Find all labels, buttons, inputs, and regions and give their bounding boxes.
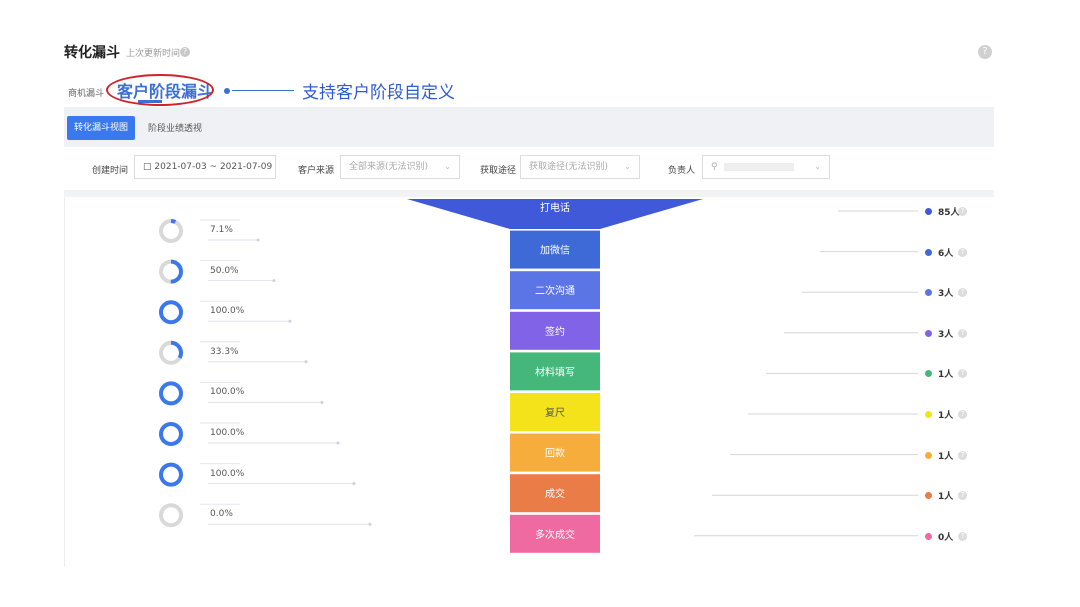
rate-guide-dot <box>320 400 324 404</box>
conversion-rate-label: 33.3% <box>210 346 239 357</box>
rate-guide-dot <box>304 360 308 364</box>
rate-guide-dot <box>288 319 292 323</box>
question-circle-icon[interactable]: ? <box>958 207 967 216</box>
question-circle-icon[interactable]: ? <box>958 450 967 460</box>
legend-dot <box>925 248 932 256</box>
conversion-ring-arc <box>159 381 183 406</box>
question-circle-icon[interactable]: ? <box>958 328 967 338</box>
funnel-stage-label: 加微信 <box>540 244 570 257</box>
funnel-chart: 打电话加微信二次沟通签约材料填写复尺回款成交多次成交 <box>159 199 918 553</box>
question-circle-icon[interactable]: ? <box>958 247 967 257</box>
funnel-stage-label: 打电话 <box>540 201 570 214</box>
rate-guide-dot <box>352 482 356 486</box>
conversion-rate-label: 100.0% <box>210 468 245 479</box>
legend-dot <box>925 411 932 418</box>
stage-count: 3人 <box>938 289 954 300</box>
legend-dot <box>925 451 932 459</box>
rate-guide-dot <box>336 441 340 445</box>
conversion-rate-label: 100.0% <box>210 306 245 317</box>
funnel-stage-label: 回款 <box>545 447 565 460</box>
stage-count: 85人 <box>938 208 960 218</box>
conversion-ring-arc <box>159 300 183 325</box>
question-circle-icon[interactable]: ? <box>958 410 967 419</box>
funnel-stage-label: 材料填写 <box>535 365 575 378</box>
conversion-ring-arc <box>159 422 183 446</box>
legend-dot <box>925 532 932 540</box>
rate-guide-dot <box>368 522 372 526</box>
legend-dot <box>925 329 932 337</box>
stage-count: 0人 <box>938 532 954 543</box>
funnel-stage-label: 多次成交 <box>535 528 575 541</box>
conversion-rate-label: 100.0% <box>210 387 245 398</box>
stage-count: 1人 <box>938 411 954 421</box>
stage-count: 1人 <box>938 451 954 462</box>
stage-count: 3人 <box>938 329 954 340</box>
stage-count: 1人 <box>938 492 954 503</box>
stage-count: 1人 <box>938 370 954 381</box>
conversion-ring-track <box>159 503 183 528</box>
funnel-stage-label: 复尺 <box>545 406 565 419</box>
rate-guide-dot <box>272 279 276 283</box>
question-circle-icon[interactable]: ? <box>958 531 967 541</box>
legend-dot <box>925 208 932 215</box>
stage-count: 6人 <box>938 248 954 259</box>
conversion-rate-label: 7.1% <box>210 225 233 235</box>
funnel-stage-label: 签约 <box>545 325 565 338</box>
conversion-ring-arc <box>159 462 183 487</box>
conversion-rate-label: 0.0% <box>210 509 233 520</box>
funnel-stage-label: 成交 <box>545 487 565 500</box>
conversion-rate-label: 50.0% <box>210 265 239 276</box>
rate-guide-dot <box>256 238 260 242</box>
conversion-rate-label: 100.0% <box>210 428 245 438</box>
conversion-ring-track <box>159 219 183 243</box>
funnel-stage-label: 二次沟通 <box>535 284 575 297</box>
